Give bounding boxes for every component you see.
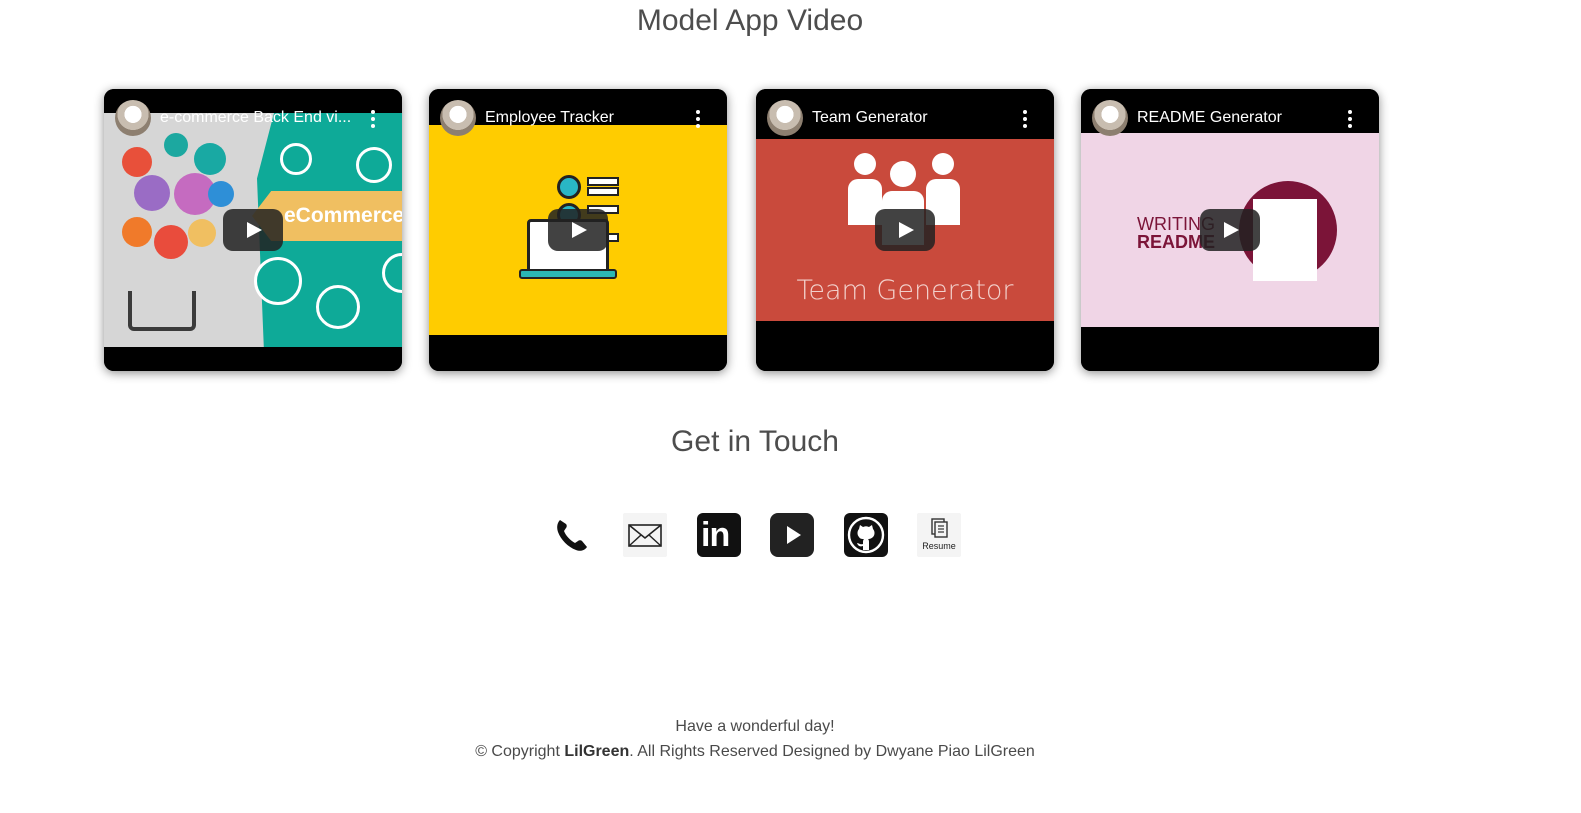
footer-greeting: Have a wonderful day! xyxy=(675,718,835,735)
video-card-readme-generator[interactable]: WRITING README README Generator xyxy=(1081,89,1379,371)
channel-avatar[interactable] xyxy=(115,100,151,136)
footer-brand: LilGreen xyxy=(564,743,630,760)
video-card-ecommerce[interactable]: eCommerce | e-commerce Back End vi... xyxy=(104,89,402,371)
mail-icon[interactable] xyxy=(623,513,667,557)
play-button[interactable] xyxy=(548,209,608,251)
resume-icon[interactable]: Resume xyxy=(917,513,961,557)
video-card-employee-tracker[interactable]: Employee Tracker xyxy=(429,89,727,371)
video-card-team-generator[interactable]: Team Generator Team Generator xyxy=(756,89,1054,371)
videos-section-title: Model App Video xyxy=(636,4,864,37)
contact-icons: in Resume xyxy=(550,513,970,557)
channel-avatar[interactable] xyxy=(1092,100,1128,136)
resume-label: Resume xyxy=(922,541,956,551)
team-generator-thumb-label: Team Generator xyxy=(796,275,1014,306)
channel-avatar[interactable] xyxy=(440,100,476,136)
more-options-icon[interactable] xyxy=(695,109,701,129)
play-button[interactable] xyxy=(875,209,935,251)
phone-icon[interactable] xyxy=(550,513,594,557)
video-title[interactable]: Team Generator xyxy=(812,109,1008,127)
play-button[interactable] xyxy=(223,209,283,251)
more-options-icon[interactable] xyxy=(370,109,376,129)
video-title[interactable]: Employee Tracker xyxy=(485,109,681,127)
github-icon[interactable] xyxy=(844,513,888,557)
footer-copyright: © Copyright LilGreen. All Rights Reserve… xyxy=(475,743,1035,760)
play-button[interactable] xyxy=(1200,209,1260,251)
youtube-icon[interactable] xyxy=(770,513,814,557)
cart-icon xyxy=(128,291,196,331)
linkedin-icon[interactable]: in xyxy=(697,513,741,557)
video-title[interactable]: e-commerce Back End vi... xyxy=(160,109,356,127)
more-options-icon[interactable] xyxy=(1022,109,1028,129)
contact-section-title: Get in Touch xyxy=(671,425,839,458)
more-options-icon[interactable] xyxy=(1347,109,1353,129)
video-title[interactable]: README Generator xyxy=(1137,109,1333,127)
channel-avatar[interactable] xyxy=(767,100,803,136)
